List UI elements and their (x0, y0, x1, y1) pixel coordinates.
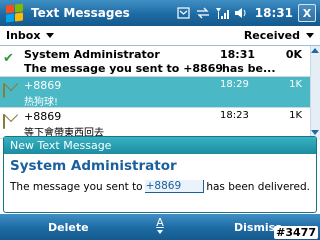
title-bar: Text Messages 18:31 X (0, 0, 320, 26)
windows-start-icon[interactable] (3, 2, 27, 24)
chevron-down-icon (306, 33, 314, 38)
notification-title: System Administrator (10, 158, 177, 174)
message-row[interactable]: +8869 18:23 1K 等下會帶東西回去 (0, 108, 320, 139)
inbox-tray-icon[interactable] (177, 6, 191, 20)
sort-dropdown[interactable]: Received (244, 29, 314, 42)
recipient-number-link[interactable]: +8869 (144, 180, 205, 193)
keyboard-letter: A (156, 216, 164, 229)
notification-body: The message you sent to +8869 has been d… (4, 174, 316, 193)
clock[interactable]: 18:31 (255, 6, 293, 20)
message-size: 0K (285, 48, 302, 61)
notification-header: New Text Message (4, 137, 316, 154)
sort-label: Received (243, 29, 300, 42)
system-tray: 18:31 X (177, 4, 316, 22)
message-preview: The message you sent to +8869 (24, 62, 224, 75)
message-list: ✔ System Administrator 18:31 0K The mess… (0, 46, 320, 139)
delete-softkey[interactable]: Delete (48, 221, 89, 234)
folder-dropdown[interactable]: Inbox (6, 29, 55, 42)
watermark-label: #3477 (274, 226, 318, 239)
filter-bar: Inbox Received (0, 26, 320, 46)
message-preview-tail: has be... (222, 62, 276, 75)
message-time: 18:23 (220, 110, 249, 121)
message-time: 18:31 (220, 48, 256, 61)
message-preview: 热狗球! (24, 97, 59, 108)
folder-label: Inbox (6, 29, 41, 42)
new-message-notification: New Text Message System Administrator Th… (3, 136, 317, 213)
envelope-icon (3, 83, 19, 98)
list-scrollbar[interactable] (310, 46, 320, 140)
message-size: 1K (289, 79, 302, 90)
envelope-icon (3, 114, 19, 129)
message-time: 18:29 (220, 79, 249, 90)
volume-icon[interactable] (234, 6, 248, 20)
notification-text-after: has been delivered. (206, 180, 310, 193)
scroll-down-icon[interactable] (311, 130, 319, 135)
window-title: Text Messages (31, 6, 130, 20)
close-button[interactable]: X (298, 4, 316, 22)
sync-arrows-icon[interactable] (196, 6, 210, 20)
message-row-selected[interactable]: +8869 18:29 1K 热狗球! (0, 77, 320, 108)
signal-strength-icon[interactable] (215, 6, 229, 20)
message-sender: +8869 (24, 79, 62, 92)
notification-text-before: The message you sent to (10, 180, 143, 193)
check-read-icon: ✔ (3, 51, 14, 66)
keyboard-icon[interactable]: A (153, 216, 167, 237)
message-sender: +8869 (24, 110, 62, 123)
message-row[interactable]: ✔ System Administrator 18:31 0K The mess… (0, 46, 320, 77)
chevron-down-icon (46, 33, 55, 38)
menu-bar: Delete A Dismiss (0, 214, 320, 240)
message-size: 1K (289, 110, 302, 121)
scroll-up-icon[interactable] (311, 48, 319, 53)
message-sender: System Administrator (24, 48, 160, 61)
